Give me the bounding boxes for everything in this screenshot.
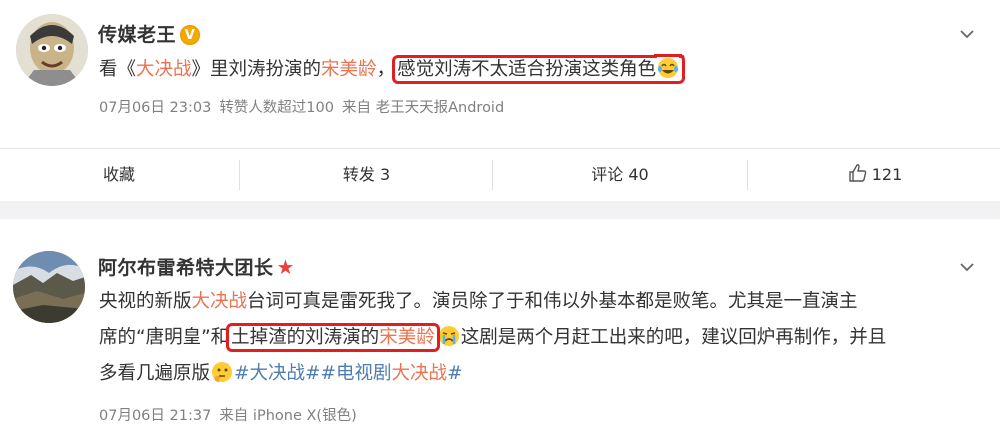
repost-count-note: 转赞人数超过100 bbox=[219, 100, 334, 116]
post-source: 来自 iPhone X(银色) bbox=[219, 408, 357, 424]
post-meta: 07月06日 23:03 转赞人数超过100 来自 老王天天报Android bbox=[99, 96, 512, 117]
favorite-button[interactable]: 收藏 bbox=[0, 150, 238, 200]
divider bbox=[492, 160, 493, 190]
post-text: 看《大决战》里刘涛扮演的宋美龄， 感觉刘涛不太适合扮演这类角色 bbox=[99, 52, 686, 88]
username[interactable]: 传媒老王 V bbox=[98, 20, 201, 47]
thumbs-up-icon bbox=[848, 163, 868, 183]
post-card: 传媒老王 V 看《大决战》里刘涛扮演的宋美龄， 感觉刘涛不太适合扮演这类角色 07月… bbox=[0, 0, 1000, 147]
star-badge-icon: ★ bbox=[276, 255, 295, 279]
weibo-feed: 传媒老王 V 看《大决战》里刘涛扮演的宋美龄， 感觉刘涛不太适合扮演这类角色 07月… bbox=[0, 0, 1000, 424]
divider bbox=[0, 148, 1000, 149]
divider bbox=[239, 160, 240, 190]
person-link[interactable]: 宋美龄 bbox=[379, 327, 435, 348]
comment-button[interactable]: 评论 40 bbox=[495, 150, 745, 200]
divider bbox=[747, 160, 748, 190]
topic-link[interactable]: 大决战 bbox=[192, 291, 248, 312]
username[interactable]: 阿尔布雷希特大团长 ★ bbox=[98, 253, 295, 280]
avatar[interactable] bbox=[13, 251, 85, 323]
post-source: 来自 老王天天报Android bbox=[342, 100, 505, 116]
hashtag-link[interactable]: #大决战# bbox=[234, 363, 321, 384]
hashtag-link[interactable]: #电视剧大决战# bbox=[321, 363, 463, 384]
text-line: 席的“唐明皇”和 土掉渣的刘涛演的宋美龄 这剧是两个月赶工出来的吧，建议回炉再制作，… bbox=[99, 323, 887, 352]
topic-link[interactable]: 大决战 bbox=[136, 59, 192, 80]
verified-badge-icon: V bbox=[180, 25, 201, 45]
chevron-down-icon[interactable] bbox=[960, 260, 974, 274]
post-text: 央视的新版大决战台词可真是雷死我了。演员除了于和伟以外基本都是败笔。尤其是一直演… bbox=[99, 284, 886, 392]
crying-laughing-emoji bbox=[657, 57, 679, 79]
thinking-emoji bbox=[211, 361, 233, 383]
repost-button[interactable]: 转发 3 bbox=[244, 150, 489, 200]
like-button[interactable]: 121 bbox=[750, 150, 1000, 200]
highlighted-text: 土掉渣的刘涛演的宋美龄 bbox=[226, 323, 440, 352]
text-line: 多看几遍原版 #大决战##电视剧大决战# bbox=[99, 361, 463, 384]
text-line: 央视的新版大决战台词可真是雷死我了。演员除了于和伟以外基本都是败笔。尤其是一直演… bbox=[99, 291, 858, 312]
post-date[interactable]: 07月06日 23:03 bbox=[99, 100, 211, 116]
post-meta: 07月06日 21:37 来自 iPhone X(银色) bbox=[99, 404, 365, 424]
post-date[interactable]: 07月06日 21:37 bbox=[99, 408, 211, 424]
avatar[interactable] bbox=[16, 14, 88, 86]
person-link[interactable]: 宋美龄 bbox=[321, 59, 377, 80]
chevron-down-icon[interactable] bbox=[960, 27, 974, 41]
action-bar: 收藏 转发 3 评论 40 121 bbox=[0, 150, 1000, 200]
crying-emoji bbox=[438, 325, 460, 347]
highlighted-text: 感觉刘涛不太适合扮演这类角色 bbox=[392, 55, 686, 84]
feed-gap bbox=[0, 201, 1000, 219]
